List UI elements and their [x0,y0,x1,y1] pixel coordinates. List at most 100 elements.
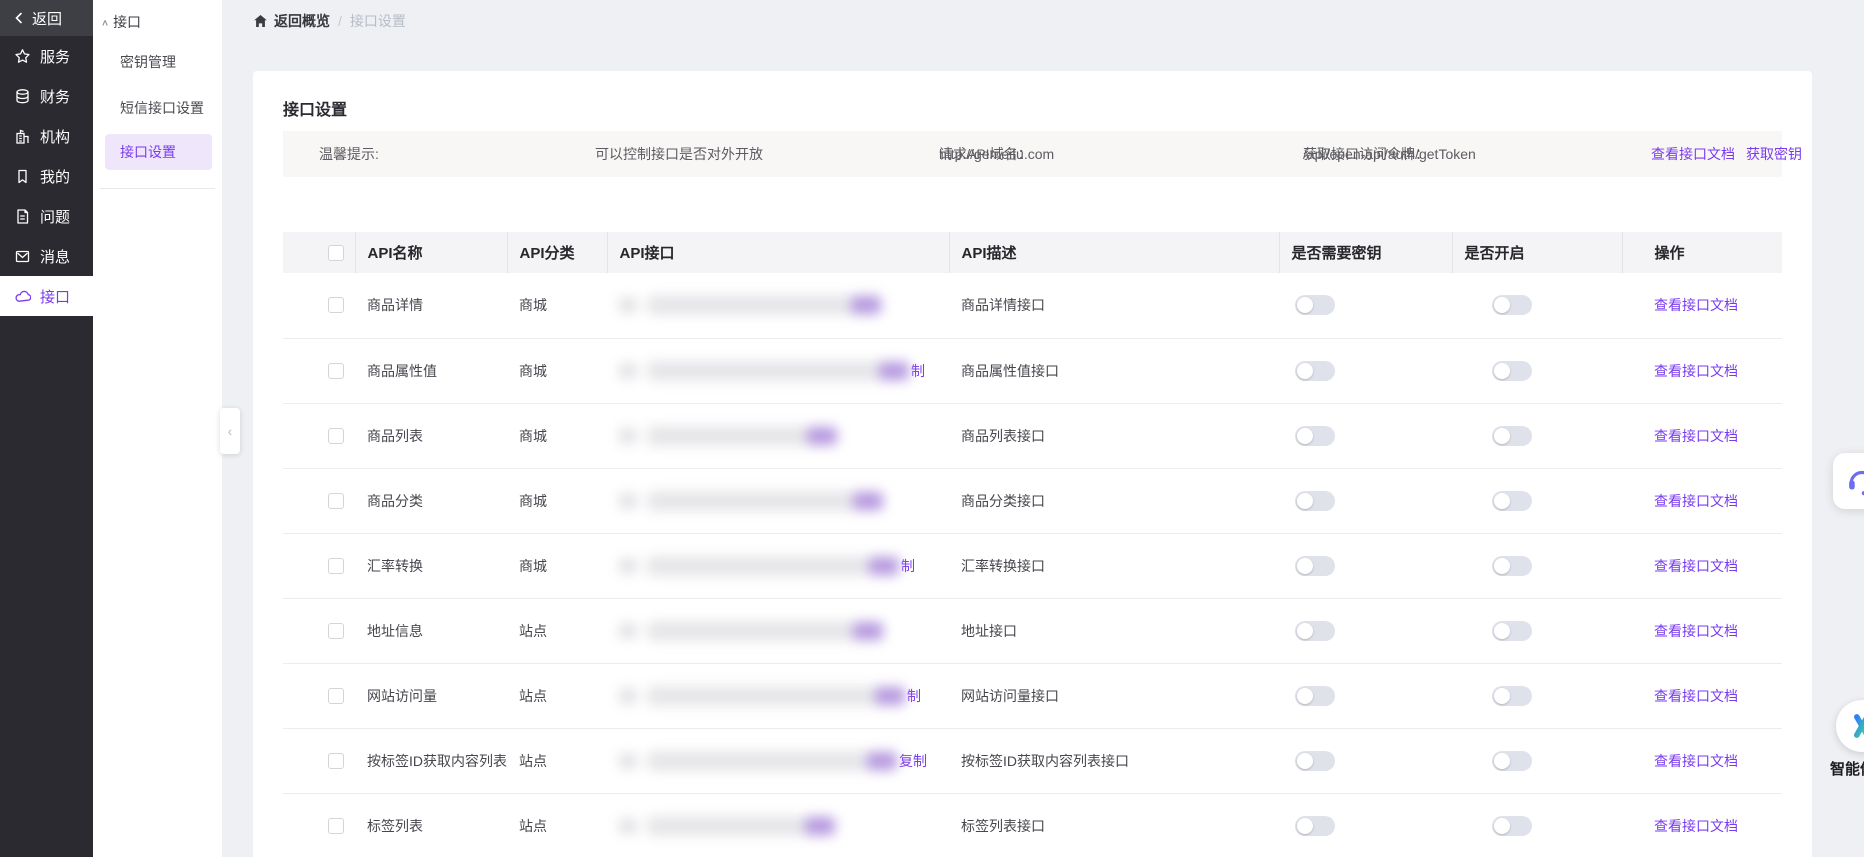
copy-link[interactable]: 制 [911,361,925,381]
enabled-toggle[interactable] [1492,295,1532,316]
enabled-toggle[interactable] [1492,815,1532,836]
customer-support-widget[interactable] [1833,453,1864,509]
view-api-doc-link[interactable]: 查看接口文档 [1654,558,1738,574]
need-key-toggle[interactable] [1295,685,1335,706]
redaction-blur [619,685,905,706]
sidebar-item-api[interactable]: 接口 [0,276,93,316]
copy-button-blurred [869,556,899,575]
enabled-toggle[interactable] [1492,620,1532,641]
enabled-toggle[interactable] [1492,490,1532,511]
toggle-knob [1297,622,1313,639]
sidebar-item-label: 我的 [40,168,71,186]
view-api-doc-link[interactable]: 查看接口文档 [1654,297,1738,313]
enabled-toggle[interactable] [1492,750,1532,771]
view-api-doc-link[interactable]: 查看接口文档 [1654,623,1738,639]
view-api-docs-link[interactable]: 查看接口文档 [1651,131,1735,177]
redaction-bar [647,620,879,641]
cell-need-key [1279,403,1452,469]
row-checkbox[interactable] [328,362,344,379]
row-checkbox[interactable] [328,752,344,769]
sidebar-item-services[interactable]: 服务 [0,36,93,76]
breadcrumb-back-label: 返回概览 [274,13,330,29]
submenu-item-api-settings[interactable]: 接口设置 [105,134,212,170]
ai-agent-widget[interactable]: 智能体 [1830,700,1864,779]
col-header-api-category: API分类 [506,232,607,273]
toggle-knob [1494,492,1510,509]
copy-link[interactable]: 复制 [899,751,927,771]
submenu-group-header[interactable]: ∧ 接口 [93,0,222,32]
get-secret-key-link[interactable]: 获取密钥 [1746,131,1802,177]
cell-api-name: 地址信息 [355,598,507,664]
breadcrumb-back-link[interactable]: 返回概览 [253,11,330,31]
table-header-row: API名称 API分类 API接口 API描述 是否需要密钥 是否开启 操作 [283,232,1782,273]
toggle-knob [1494,817,1510,834]
app-window: 返回 服务 财务 机构 我的 问题 消息 接口 ∧ 接口 密钥管理 短信接口设置… [0,0,1864,857]
copy-button-blurred [851,296,881,315]
redaction-bar [647,815,831,836]
headset-icon [1849,471,1864,496]
row-checkbox[interactable] [328,297,344,314]
cell-api-endpoint [607,468,949,534]
enabled-toggle[interactable] [1492,360,1532,381]
enabled-toggle[interactable] [1492,425,1532,446]
view-api-doc-link[interactable]: 查看接口文档 [1654,363,1738,379]
copy-link[interactable]: 制 [901,556,915,576]
breadcrumb-current: 接口设置 [349,13,406,29]
api-endpoint-redacted: 制 [619,685,949,706]
redaction-blur [619,490,883,511]
need-key-toggle[interactable] [1295,490,1335,511]
cell-api-category: 商城 [507,533,607,599]
view-api-doc-link[interactable]: 查看接口文档 [1654,753,1738,769]
sidebar-item-mine[interactable]: 我的 [0,156,93,196]
table-row: 网站访问量 站点 制 网站访问量接口 查看接口文档 [283,663,1782,729]
api-endpoint-redacted [619,295,949,316]
cell-actions: 查看接口文档 [1622,338,1782,404]
enabled-toggle[interactable] [1492,685,1532,706]
sidebar-item-organization[interactable]: 机构 [0,116,93,156]
need-key-toggle[interactable] [1295,555,1335,576]
copy-link[interactable]: 制 [907,686,921,706]
row-checkbox[interactable] [328,427,344,444]
view-api-doc-link[interactable]: 查看接口文档 [1654,428,1738,444]
view-api-doc-link[interactable]: 查看接口文档 [1654,493,1738,509]
breadcrumb-separator: / [338,13,342,29]
sidebar-item-messages[interactable]: 消息 [0,236,93,276]
cell-api-name: 商品详情 [355,273,507,339]
secondary-sidebar: ∧ 接口 密钥管理 短信接口设置 接口设置 [93,0,222,857]
table-row: 商品属性值 商城 制 商品属性值接口 查看接口文档 [283,338,1782,404]
row-checkbox[interactable] [328,817,344,834]
enabled-toggle[interactable] [1492,555,1532,576]
asterisk-logo-icon [1848,714,1864,738]
cell-select [283,468,355,534]
select-all-checkbox[interactable] [328,244,344,261]
row-checkbox[interactable] [328,557,344,574]
redaction-blur [619,425,837,446]
need-key-toggle[interactable] [1295,360,1335,381]
need-key-toggle[interactable] [1295,815,1335,836]
row-checkbox[interactable] [328,687,344,704]
submenu-item-key-management[interactable]: 密钥管理 [93,46,222,78]
need-key-toggle[interactable] [1295,750,1335,771]
submenu-item-sms-api-settings[interactable]: 短信接口设置 [93,92,222,124]
redaction-bar [647,555,895,576]
copy-button-blurred [879,361,909,380]
view-api-doc-link[interactable]: 查看接口文档 [1654,688,1738,704]
need-key-toggle[interactable] [1295,425,1335,446]
row-checkbox[interactable] [328,492,344,509]
primary-sidebar: 返回 服务 财务 机构 我的 问题 消息 接口 [0,0,93,857]
need-key-toggle[interactable] [1295,620,1335,641]
sidebar-item-finance[interactable]: 财务 [0,76,93,116]
toggle-knob [1297,752,1313,769]
redaction-lead-blob [619,557,637,574]
row-checkbox[interactable] [328,622,344,639]
sidebar-back-label: 返回 [32,10,63,28]
sidebar-item-issues[interactable]: 问题 [0,196,93,236]
sidebar-collapse-handle[interactable]: ‹ [220,408,240,454]
ai-agent-button[interactable] [1836,700,1864,752]
need-key-toggle[interactable] [1295,295,1335,316]
view-api-doc-link[interactable]: 查看接口文档 [1654,818,1738,834]
toggle-knob [1297,492,1313,509]
cell-api-category: 商城 [507,273,607,339]
redaction-lead-blob [619,427,637,444]
sidebar-back-button[interactable]: 返回 [0,0,93,36]
